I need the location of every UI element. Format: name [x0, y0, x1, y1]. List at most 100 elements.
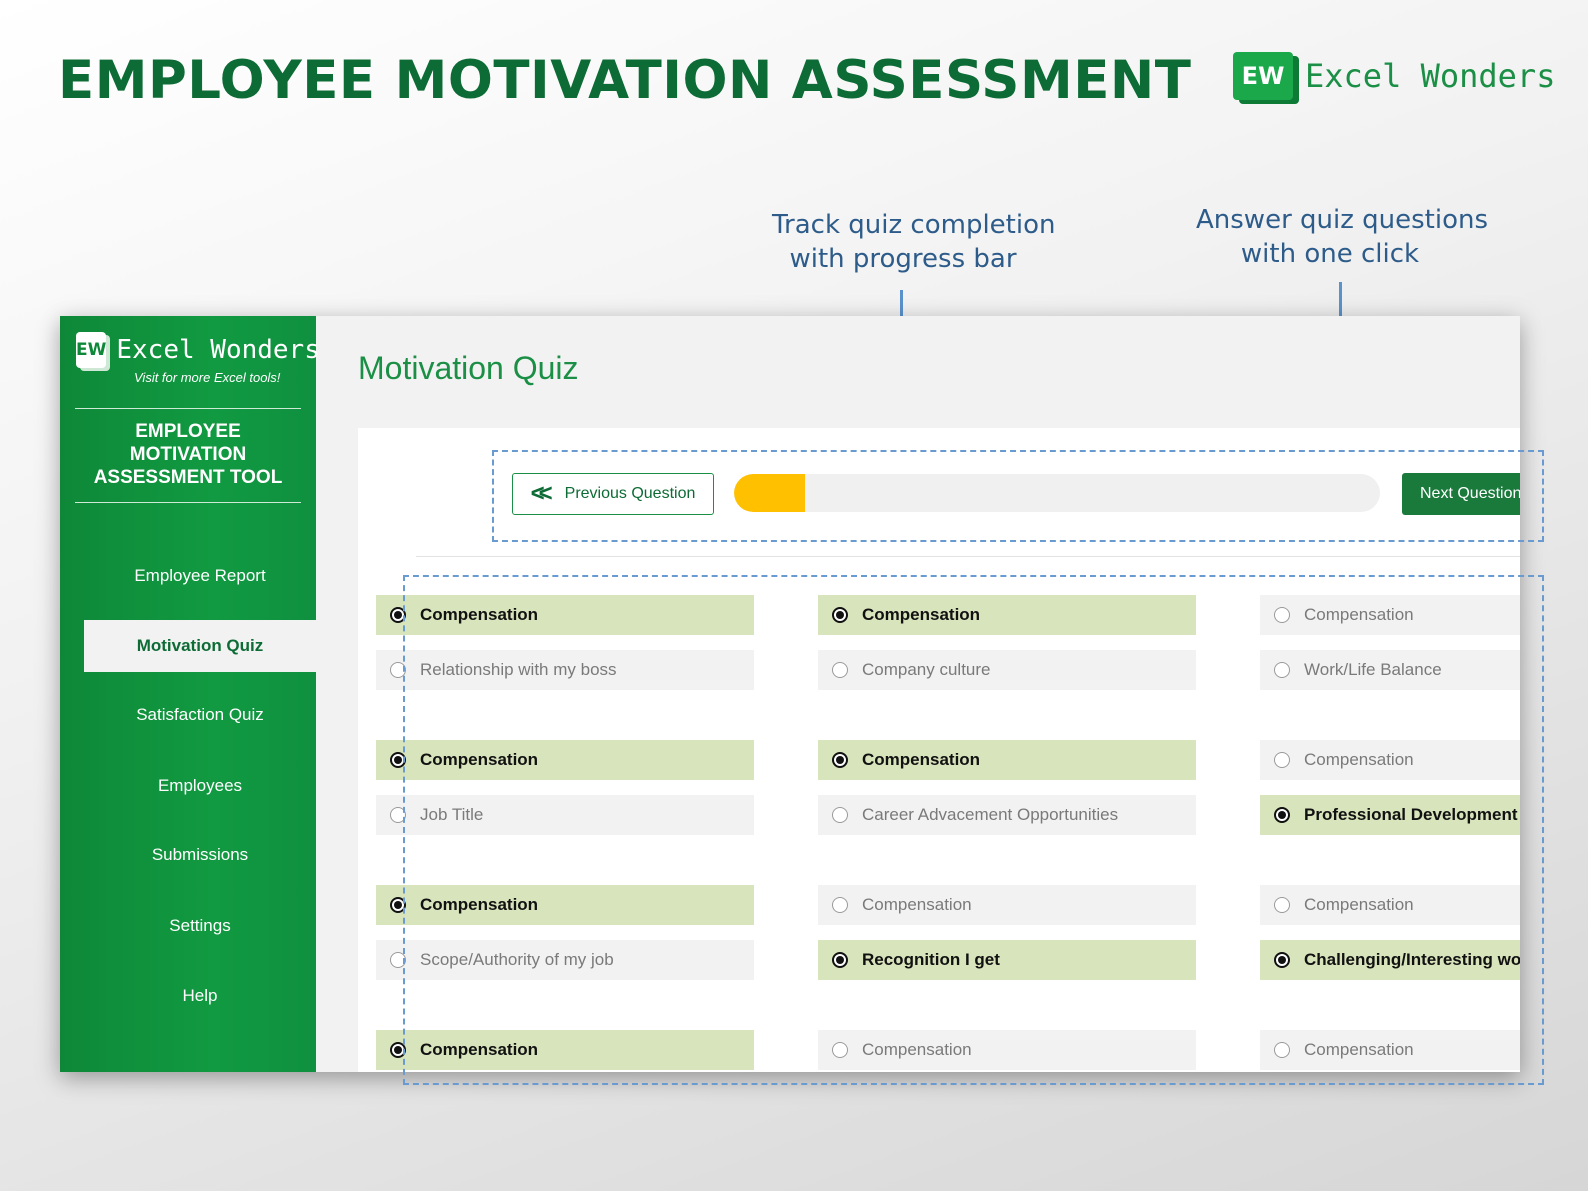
quiz-option-label: Professional Development [1304, 805, 1518, 824]
quiz-option-label: Career Advacement Opportunities [862, 805, 1119, 824]
sidebar-item-help[interactable]: Help [84, 970, 316, 1022]
callout-progress: Track quiz completion with progress bar [772, 208, 1056, 276]
brand-name: Excel Wonders [1305, 57, 1556, 95]
radio-checked-icon[interactable] [1274, 807, 1290, 823]
quiz-option-label: Challenging/Interesting work [1304, 950, 1520, 969]
quiz-option-label: Recognition I get [862, 950, 1000, 969]
quiz-option-label: Compensation [1304, 605, 1414, 624]
radio-unchecked-icon[interactable] [1274, 607, 1290, 623]
quiz-option[interactable]: Company culture [818, 650, 1196, 690]
quiz-option-label: Compensation [862, 895, 972, 914]
app-window: EW Excel Wonders Visit for more Excel to… [60, 316, 1520, 1072]
quiz-option-label: Scope/Authority of my job [420, 950, 614, 969]
quiz-option-label: Company culture [862, 660, 991, 679]
next-question-button[interactable]: Next Question [1402, 473, 1520, 515]
quiz-option[interactable]: Compensation [376, 1030, 754, 1070]
quiz-option[interactable]: Compensation [818, 595, 1196, 635]
sidebar-item-employee-report[interactable]: Employee Report [84, 550, 316, 602]
quiz-option-label: Compensation [420, 605, 539, 624]
quiz-option[interactable]: Relationship with my boss [376, 650, 754, 690]
callout-progress-line2: with progress bar [789, 244, 1017, 274]
quiz-option[interactable]: Compensation [818, 740, 1196, 780]
quiz-option-label: Compensation [1304, 750, 1414, 769]
quiz-option-label: Compensation [420, 1040, 539, 1059]
radio-checked-icon[interactable] [832, 607, 848, 623]
radio-checked-icon[interactable] [390, 897, 406, 913]
sidebar-tagline: Visit for more Excel tools! [134, 370, 281, 385]
quiz-option[interactable]: Professional Development [1260, 795, 1520, 835]
sidebar-item-motivation-quiz[interactable]: Motivation Quiz [84, 620, 316, 672]
radio-unchecked-icon[interactable] [1274, 752, 1290, 768]
sidebar-brand[interactable]: EW Excel Wonders Visit for more Excel to… [76, 332, 320, 385]
quiz-option[interactable]: Scope/Authority of my job [376, 940, 754, 980]
excel-wonders-logo-icon: EW [76, 332, 107, 368]
quiz-option-label: Work/Life Balance [1304, 660, 1442, 679]
sidebar: EW Excel Wonders Visit for more Excel to… [60, 316, 320, 1072]
previous-question-button[interactable]: << Previous Question [512, 473, 714, 515]
quiz-option[interactable]: Compensation [376, 740, 754, 780]
quiz-option[interactable]: Job Title [376, 795, 754, 835]
radio-checked-icon[interactable] [390, 1042, 406, 1058]
quiz-option-label: Compensation [862, 750, 981, 769]
double-chevron-left-icon: << [530, 480, 553, 507]
quiz-option-label: Compensation [1304, 895, 1414, 914]
quiz-option-label: Compensation [420, 750, 539, 769]
quiz-option[interactable]: Compensation [376, 595, 754, 635]
quiz-option-label: Compensation [862, 605, 981, 624]
sidebar-divider [75, 502, 301, 503]
quiz-option-label: Job Title [420, 805, 484, 824]
sidebar-item-employees[interactable]: Employees [84, 760, 316, 812]
radio-checked-icon[interactable] [390, 752, 406, 768]
radio-unchecked-icon[interactable] [832, 662, 848, 678]
radio-unchecked-icon[interactable] [390, 952, 406, 968]
radio-checked-icon[interactable] [390, 607, 406, 623]
divider [416, 556, 1520, 557]
quiz-option[interactable]: Compensation [1260, 1030, 1520, 1070]
quiz-option-label: Compensation [862, 1040, 972, 1059]
main-content: Motivation Quiz << Previous Question Nex… [316, 316, 1520, 1072]
quiz-option-label: Compensation [1304, 1040, 1414, 1059]
quiz-option[interactable]: Compensation [1260, 740, 1520, 780]
quiz-option[interactable]: Work/Life Balance [1260, 650, 1520, 690]
sidebar-item-settings[interactable]: Settings [84, 900, 316, 952]
radio-unchecked-icon[interactable] [1274, 897, 1290, 913]
radio-unchecked-icon[interactable] [390, 662, 406, 678]
sidebar-brand-name: Excel Wonders [116, 335, 320, 365]
quiz-progress-bar [734, 474, 1380, 512]
radio-unchecked-icon[interactable] [390, 807, 406, 823]
radio-checked-icon[interactable] [832, 952, 848, 968]
callout-answer-line1: Answer quiz questions [1196, 205, 1489, 235]
quiz-progress-fill [734, 474, 806, 512]
quiz-option[interactable]: Challenging/Interesting work [1260, 940, 1520, 980]
excel-wonders-logo-icon: EW [1233, 52, 1293, 100]
callout-progress-line1: Track quiz completion [772, 210, 1056, 240]
callout-answer: Answer quiz questions with one click [1196, 203, 1489, 271]
quiz-option[interactable]: Career Advacement Opportunities [818, 795, 1196, 835]
previous-question-label: Previous Question [564, 485, 696, 502]
quiz-option[interactable]: Compensation [1260, 595, 1520, 635]
radio-unchecked-icon[interactable] [1274, 662, 1290, 678]
sidebar-item-satisfaction-quiz[interactable]: Satisfaction Quiz [84, 689, 316, 741]
quiz-option[interactable]: Compensation [376, 885, 754, 925]
quiz-option[interactable]: Recognition I get [818, 940, 1196, 980]
radio-checked-icon[interactable] [832, 752, 848, 768]
quiz-option[interactable]: Compensation [818, 885, 1196, 925]
brand-logo-top: EW Excel Wonders [1233, 52, 1555, 100]
sidebar-divider [75, 408, 301, 409]
tool-title-line: EMPLOYEE [135, 421, 241, 442]
radio-unchecked-icon[interactable] [832, 807, 848, 823]
quiz-title: Motivation Quiz [358, 350, 579, 386]
tool-title-line: ASSESSMENT TOOL [93, 467, 283, 488]
quiz-option[interactable]: Compensation [1260, 885, 1520, 925]
radio-checked-icon[interactable] [1274, 952, 1290, 968]
sidebar-tool-title: EMPLOYEE MOTIVATION ASSESSMENT TOOL [75, 420, 301, 489]
tool-title-line: MOTIVATION [129, 444, 247, 465]
quiz-option[interactable]: Compensation [818, 1030, 1196, 1070]
quiz-option-label: Relationship with my boss [420, 660, 617, 679]
radio-unchecked-icon[interactable] [1274, 1042, 1290, 1058]
radio-unchecked-icon[interactable] [832, 1042, 848, 1058]
sidebar-item-submissions[interactable]: Submissions [84, 829, 316, 881]
page-title: EMPLOYEE MOTIVATION ASSESSMENT [58, 50, 1192, 111]
radio-unchecked-icon[interactable] [832, 897, 848, 913]
callout-answer-line2: with one click [1240, 239, 1420, 269]
